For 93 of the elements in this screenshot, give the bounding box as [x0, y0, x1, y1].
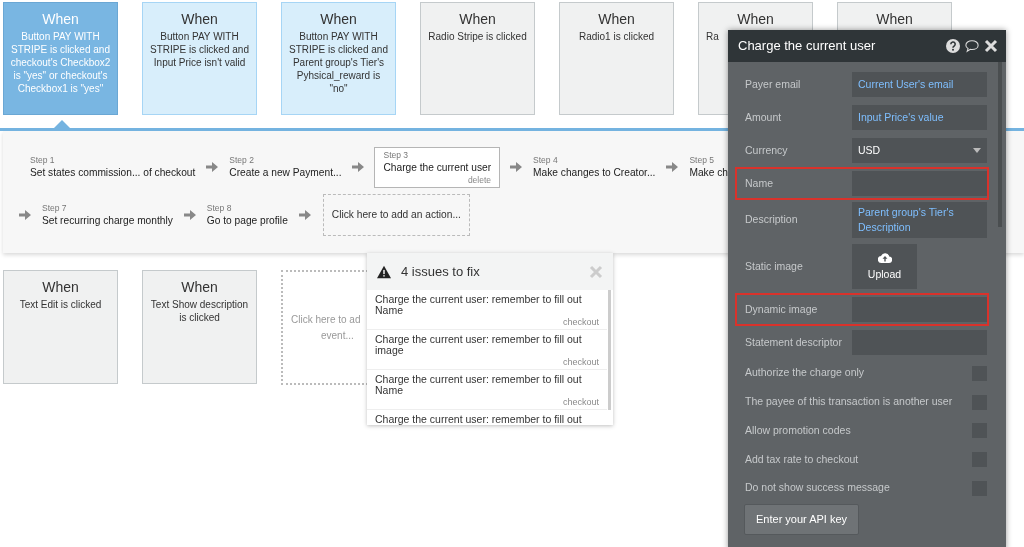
action-step[interactable]: Step 3 Charge the current user delete [374, 146, 501, 188]
step-label: Step 2 [229, 154, 255, 166]
action-step[interactable]: Step 1 Set states commission... of checkout [29, 151, 197, 183]
card-text: Radio Stripe is clicked [427, 30, 528, 43]
panel-title: Charge the current user [738, 37, 877, 56]
step-text: Set recurring charge monthly [42, 213, 173, 228]
field-label: Allow promotion codes [745, 422, 852, 438]
card-title: When [180, 279, 219, 295]
issue-page: checkout [561, 356, 599, 368]
action-step[interactable]: Step 2 Create a new Payment... [228, 151, 343, 183]
event-card[interactable]: When Radio1 is clicked [559, 2, 674, 115]
warning-icon [377, 264, 391, 279]
issue-item[interactable]: Charge the current user: remember to fill out Name checkout [367, 370, 607, 410]
step-text: Charge the current user [383, 160, 492, 175]
event-card[interactable]: When Text Edit is clicked [3, 270, 118, 384]
upload-button[interactable]: Upload [852, 244, 917, 289]
arrow-icon [298, 209, 311, 221]
card-title: When [180, 11, 219, 27]
field-label: Authorize the charge only [745, 365, 866, 381]
close-icon[interactable] [984, 39, 998, 53]
arrow-icon [510, 161, 523, 173]
field-label: Static image [745, 258, 804, 274]
step-label: Step 4 [533, 154, 559, 166]
field-label: Do not show success message [745, 480, 891, 496]
field-label: Statement descriptor [745, 334, 843, 350]
card-text: Radio1 is clicked [577, 30, 655, 43]
step-text: Go to page profile [206, 213, 288, 228]
card-text: Ra [705, 30, 720, 43]
add-event-text: event... [321, 328, 354, 343]
field-label: Dynamic image [745, 301, 819, 317]
input-field[interactable] [852, 171, 987, 196]
arrow-icon [206, 161, 219, 173]
issue-page: checkout [561, 396, 599, 408]
step-text: Make ch [689, 165, 728, 180]
arrow-icon [352, 161, 365, 173]
action-step[interactable]: Step 8 Go to page profile [205, 199, 289, 231]
arrow-icon [19, 209, 31, 221]
card-title: When [458, 11, 497, 27]
input-field[interactable]: Parent group's Tier's Description [852, 202, 987, 238]
card-text: Text Show description is clicked [149, 298, 250, 324]
arrow-icon [666, 161, 679, 173]
field-label: The payee of this transaction is another user [745, 394, 954, 410]
field-label: Currency [745, 142, 789, 158]
comment-icon[interactable] [965, 39, 979, 53]
field-label: Payer email [745, 76, 802, 92]
card-title: When [41, 11, 80, 27]
step-label: Step 3 [383, 149, 410, 161]
scrollbar[interactable] [608, 290, 611, 410]
issue-text: Charge the current user: remember to fill out [375, 413, 582, 425]
add-event-text: Click here to ad [291, 312, 361, 327]
popup-title: 4 issues to fix [401, 262, 481, 281]
card-title: When [736, 11, 775, 27]
action-step[interactable]: Step 7 Set recurring charge monthly [41, 199, 174, 231]
card-title: When [875, 11, 914, 27]
caret-icon [973, 148, 981, 153]
issue-item[interactable]: Charge the current user: remember to fill out image checkout [367, 330, 607, 370]
step-label: Step 8 [206, 202, 233, 214]
step-text: Create a new Payment... [229, 165, 342, 180]
card-text: Button PAY WITH STRIPE is clicked and checkout's Checkbox2 is "yes" or checkout's Checkbox1 is "yes" [9, 30, 112, 95]
step-text: Set states commission... of checkout [30, 165, 196, 180]
event-card[interactable]: When Text Show description is clicked [142, 270, 257, 384]
step-text: Make changes to Creator... [533, 165, 656, 180]
input-field[interactable]: Input Price's value [852, 105, 987, 130]
card-title: When [319, 11, 358, 27]
dropdown-field[interactable]: USD [852, 138, 987, 163]
issue-item[interactable]: Charge the current user: remember to fill out [367, 410, 607, 425]
field-label: Add tax rate to checkout [745, 451, 860, 467]
action-step[interactable]: Step 4 Make changes to Creator... [532, 151, 657, 183]
cloud-upload-icon [877, 250, 892, 265]
step-label: Step 5 [689, 154, 715, 166]
api-key-button[interactable]: Enter your API key [744, 504, 860, 535]
event-card[interactable]: When Button PAY WITH STRIPE is clicked and Input Price isn't valid [142, 2, 257, 115]
add-action-button[interactable]: Click here to add an action... [322, 194, 470, 236]
help-icon[interactable] [946, 39, 960, 53]
field-label: Description [745, 212, 799, 228]
arrow-icon [183, 209, 196, 221]
event-card[interactable]: When Button PAY WITH STRIPE is clicked and Parent group's Tier's Pyhsical_reward is "no" [281, 2, 396, 115]
event-card[interactable]: When Radio Stripe is clicked [420, 2, 535, 115]
input-field[interactable] [852, 297, 987, 322]
input-field[interactable]: Current User's email [852, 72, 987, 97]
delete-link[interactable]: delete [383, 174, 492, 185]
step-label: Step 7 [42, 202, 68, 214]
card-text: Button PAY WITH STRIPE is clicked and Parent group's Tier's Pyhsical_reward is "no" [288, 30, 389, 95]
field-label: Name [745, 175, 774, 191]
step-label: Step 1 [30, 154, 56, 166]
issue-item[interactable]: Charge the current user: remember to fill out Name checkout [367, 290, 607, 330]
card-title: When [41, 279, 80, 295]
action-step[interactable]: Step 5 Make ch [688, 151, 729, 183]
issue-page: checkout [561, 316, 599, 328]
field-label: Amount [745, 109, 783, 125]
card-text: Text Edit is clicked [18, 298, 103, 311]
card-text: Button PAY WITH STRIPE is clicked and Input Price isn't valid [149, 30, 250, 69]
card-title: When [597, 11, 636, 27]
